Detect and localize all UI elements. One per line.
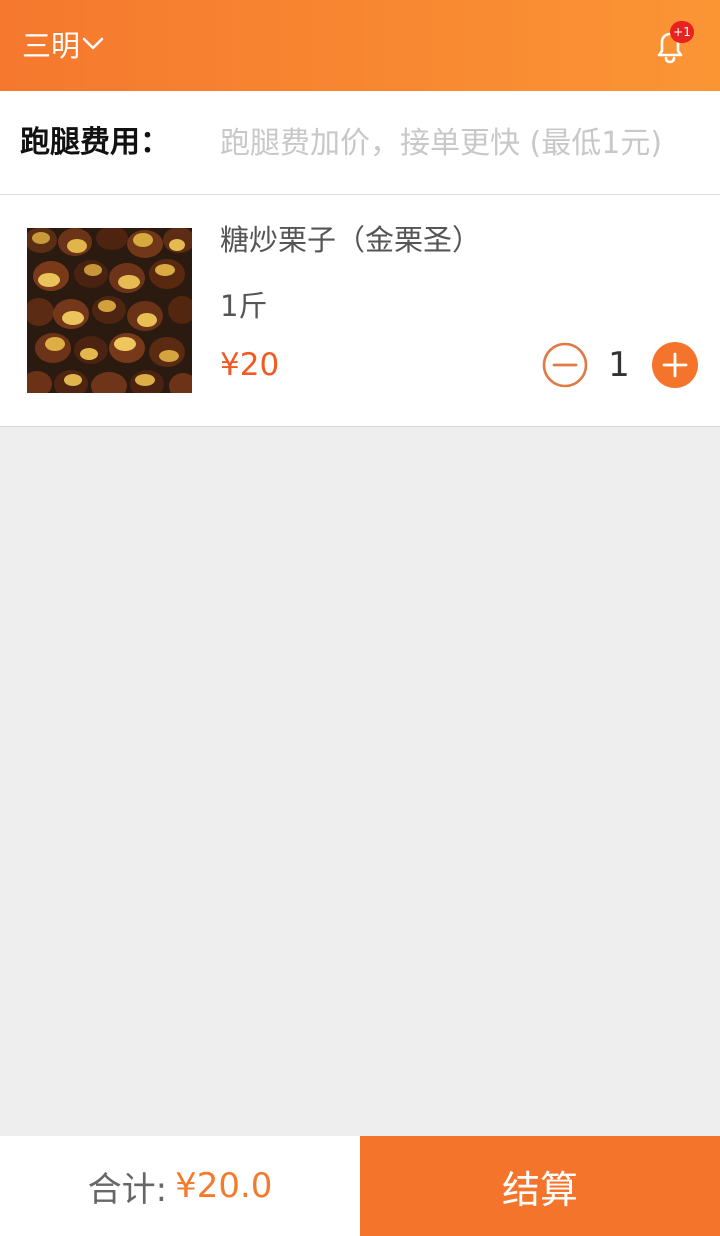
minus-circle-icon[interactable] bbox=[542, 342, 588, 388]
errand-fee-label: 跑腿费用： bbox=[20, 125, 170, 160]
quantity-value: 1 bbox=[608, 345, 630, 385]
checkout-bar: 合计: ¥20.0 结算 bbox=[0, 1136, 720, 1236]
product-name: 糖炒栗子（金栗圣） bbox=[220, 223, 482, 257]
city-name: 三明 bbox=[22, 29, 81, 63]
total-label: 合计: bbox=[87, 1169, 168, 1210]
errand-fee-row: 跑腿费用： bbox=[0, 91, 720, 195]
cart-item: 糖炒栗子（金栗圣） 1斤 ¥20 1 bbox=[0, 195, 720, 427]
city-selector[interactable]: 三明 bbox=[22, 22, 104, 66]
notification-badge: +1 bbox=[670, 21, 694, 43]
product-spec: 1斤 bbox=[220, 289, 268, 323]
checkout-button[interactable]: 结算 bbox=[360, 1136, 720, 1236]
product-price: ¥20 bbox=[220, 347, 280, 383]
chevron-down-icon bbox=[82, 37, 104, 50]
product-image[interactable] bbox=[27, 228, 192, 393]
top-bar: 三明 +1 bbox=[0, 0, 720, 91]
errand-fee-input[interactable] bbox=[220, 121, 700, 165]
total-amount: ¥20.0 bbox=[175, 1166, 273, 1206]
total-summary: 合计: ¥20.0 bbox=[0, 1136, 360, 1236]
plus-circle-icon[interactable] bbox=[652, 342, 698, 388]
